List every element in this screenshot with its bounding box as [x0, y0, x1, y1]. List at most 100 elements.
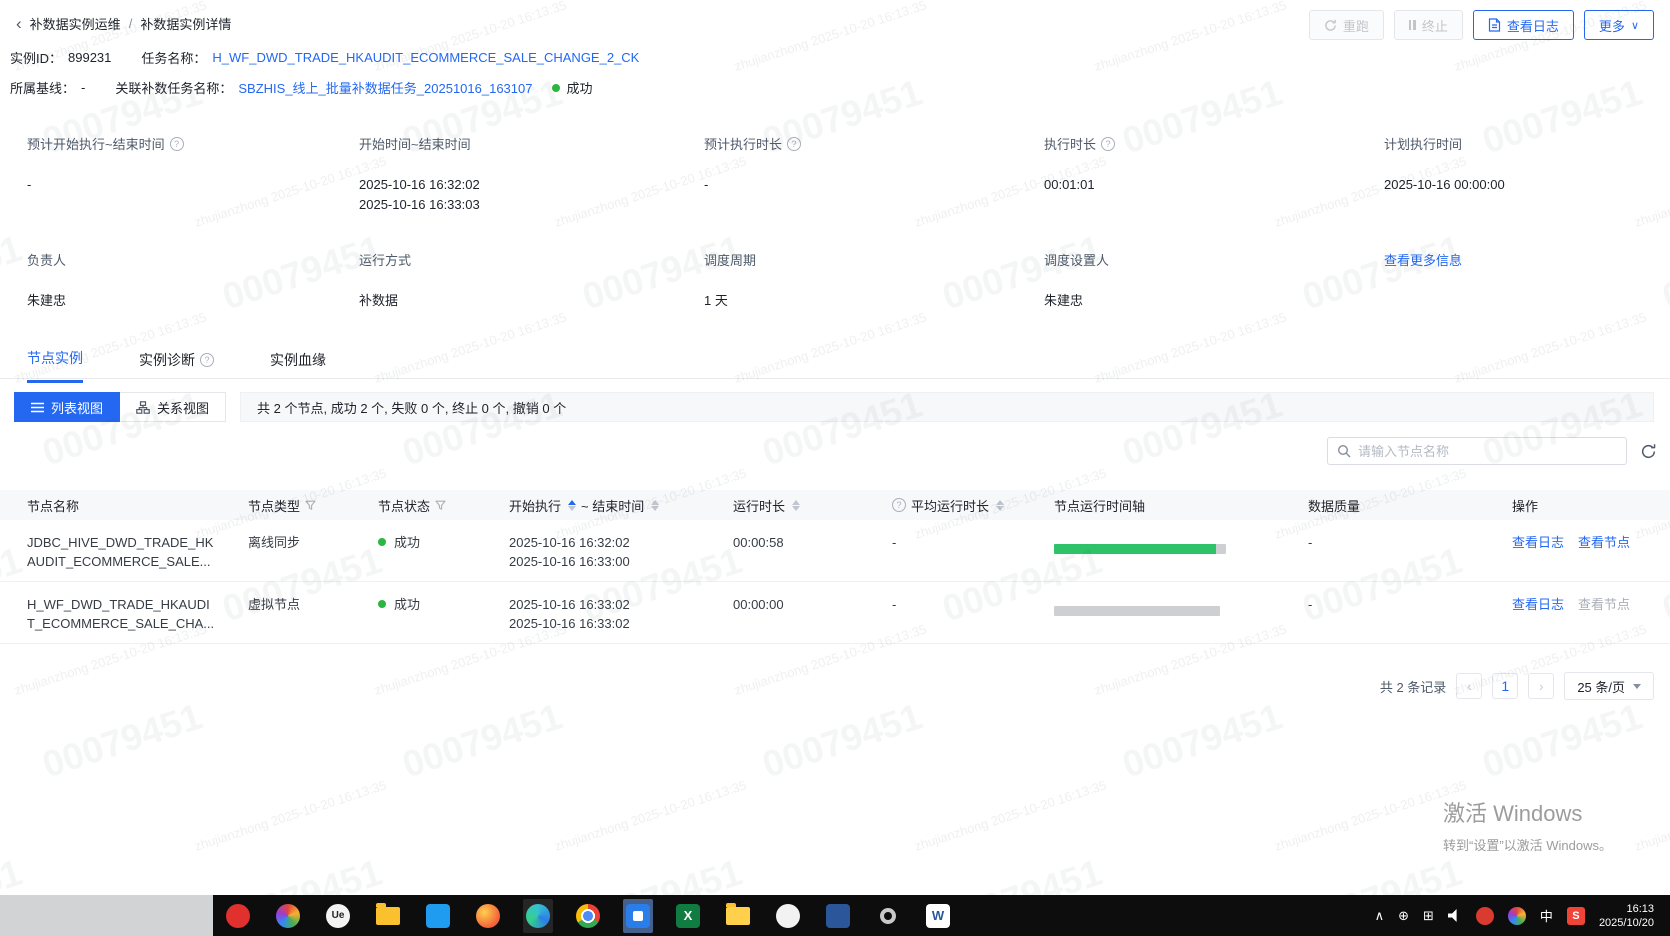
tray-network-icon[interactable]: ⊕ — [1398, 908, 1409, 924]
sort-icon[interactable] — [651, 499, 660, 511]
tray-sogou-icon[interactable]: S — [1566, 906, 1585, 925]
rerun-button[interactable]: 重跑 — [1308, 10, 1384, 40]
help-icon[interactable]: ? — [787, 136, 802, 151]
col-node-name: 节点名称 — [27, 498, 80, 514]
chevron-down-icon — [1633, 683, 1641, 689]
field-label: 执行时长 — [1044, 137, 1097, 152]
related-task-label: 关联补数任务名称： — [115, 81, 233, 96]
breadcrumb-root[interactable]: 补数据实例运维 — [30, 14, 121, 33]
word-icon[interactable]: W — [923, 899, 953, 933]
help-icon[interactable]: ? — [169, 136, 184, 151]
view-node-link[interactable]: 查看节点 — [1578, 595, 1630, 643]
timeline-run-segment — [1054, 544, 1216, 554]
list-icon — [31, 402, 44, 412]
col-timeline: 节点运行时间轴 — [1054, 498, 1146, 514]
red-app-icon[interactable] — [223, 899, 253, 933]
orange-browser-icon[interactable] — [473, 899, 503, 933]
active-app-icon[interactable] — [623, 898, 653, 933]
node-name-cell[interactable]: JDBC_HIVE_DWD_TRADE_HK AUDIT_ECOMMERCE_SA… — [27, 520, 248, 581]
explorer-icon[interactable] — [723, 899, 753, 933]
taskbar-tray: ∧ ⊕ ⊞ 中 S 16:13 2025/10/20 — [1375, 902, 1670, 930]
task-name-label: 任务名称： — [141, 51, 207, 66]
run-timeline-bar[interactable] — [1054, 544, 1226, 554]
run-timeline-bar[interactable] — [1054, 606, 1220, 616]
taskbar-left-area[interactable] — [0, 895, 213, 936]
page-size-label: 25 条/页 — [1577, 679, 1625, 695]
tree-icon — [136, 400, 150, 414]
tab-node-instances[interactable]: 节点实例 — [27, 348, 83, 383]
tray-volume-icon[interactable] — [1447, 909, 1457, 922]
sort-icon[interactable] — [568, 499, 577, 511]
related-task-link[interactable]: SBZHIS_线上_批量补数据任务_20251016_163107 — [238, 78, 532, 97]
help-icon[interactable]: ? — [1101, 136, 1116, 151]
quality-cell: - — [1308, 597, 1313, 612]
start-end-cell: 2025-10-16 16:33:02 2025-10-16 16:33:02 — [509, 597, 630, 631]
task-name-link[interactable]: H_WF_DWD_TRADE_HKAUDIT_ECOMMERCE_SALE_CH… — [212, 50, 639, 65]
end-time: 2025-10-16 16:33:03 — [359, 197, 480, 212]
pinwheel-app-icon[interactable] — [273, 899, 303, 933]
prev-page-button[interactable]: ‹ — [1456, 673, 1483, 699]
refresh-list-icon[interactable] — [1640, 443, 1657, 460]
node-search-input[interactable] — [1358, 443, 1617, 459]
field-more-info: 查看更多信息 — [1384, 250, 1654, 311]
tray-ime-icon[interactable]: 中 — [1540, 906, 1553, 925]
tray-color-app-icon[interactable] — [1507, 906, 1526, 925]
view-log-button[interactable]: 查看日志 — [1472, 10, 1574, 40]
filter-icon[interactable] — [435, 500, 446, 511]
help-icon[interactable]: ? — [200, 352, 214, 367]
terminate-label: 终止 — [1421, 18, 1448, 34]
field-label: 计划执行时间 — [1384, 137, 1463, 152]
more-label: 更多 — [1598, 18, 1625, 34]
tray-red-app-icon[interactable] — [1475, 906, 1494, 925]
folder-icon[interactable] — [373, 899, 403, 933]
pause-icon — [1408, 20, 1416, 30]
list-view-button[interactable]: 列表视图 — [14, 392, 121, 422]
pagination: 共 2 条记录 ‹ 1 › 25 条/页 — [1380, 672, 1654, 700]
detail-row-1: 预计开始执行~结束时间? - 开始时间~结束时间 2025-10-16 16:3… — [0, 134, 1670, 215]
node-name-cell[interactable]: H_WF_DWD_TRADE_HKAUDI T_ECOMMERCE_SALE_CH… — [27, 582, 248, 643]
breadcrumb-current: 补数据实例详情 — [140, 17, 232, 32]
taskbar-clock[interactable]: 16:13 2025/10/20 — [1599, 902, 1658, 930]
field-start-end-time: 开始时间~结束时间 2025-10-16 16:32:02 2025-10-16 … — [359, 134, 704, 215]
view-node-link[interactable]: 查看节点 — [1578, 533, 1630, 581]
total-records: 共 2 条记录 — [1379, 679, 1447, 695]
chrome-browser-icon[interactable] — [573, 899, 603, 933]
status-text: 成功 — [566, 81, 593, 96]
filter-icon[interactable] — [305, 500, 316, 511]
tab-instance-lineage[interactable]: 实例血缘 — [270, 348, 326, 383]
edge-browser-icon[interactable] — [523, 898, 553, 933]
view-log-link[interactable]: 查看日志 — [1512, 595, 1564, 643]
ue-app-icon[interactable]: Ue — [323, 899, 353, 933]
col-quality: 数据质量 — [1308, 498, 1361, 514]
view-log-link[interactable]: 查看日志 — [1512, 533, 1564, 581]
relation-view-button[interactable]: 关系视图 — [120, 392, 227, 422]
next-page-button[interactable]: › — [1528, 673, 1555, 699]
current-page-button[interactable]: 1 — [1492, 673, 1519, 699]
col-node-type: 节点类型 — [248, 496, 378, 515]
help-icon[interactable]: ? — [892, 498, 906, 512]
activation-subtitle: 转到“设置”以激活 Windows。 — [1443, 838, 1613, 853]
clock-date: 2025/10/20 — [1598, 916, 1654, 929]
white-circle-app-icon[interactable] — [773, 899, 803, 933]
excel-icon[interactable]: X — [673, 899, 703, 933]
settings-gear-icon[interactable] — [873, 899, 903, 933]
taskbar-pinned-apps: Ue X W — [223, 898, 953, 933]
field-label: 预计开始执行~结束时间 — [27, 137, 165, 152]
sort-icon[interactable] — [792, 499, 801, 511]
more-button[interactable]: 更多 ∨ — [1583, 10, 1654, 40]
timeline-cell — [1054, 582, 1308, 643]
document-icon — [1488, 18, 1501, 32]
avg-duration-cell: - — [892, 597, 897, 612]
tab-instance-diagnosis[interactable]: 实例诊断? — [139, 348, 214, 383]
page-size-select[interactable]: 25 条/页 — [1564, 672, 1654, 700]
blue-app-icon[interactable] — [823, 899, 853, 933]
tray-grid-icon[interactable]: ⊞ — [1423, 908, 1434, 924]
view-more-info-link[interactable]: 查看更多信息 — [1384, 253, 1462, 268]
tray-chevron-up-icon[interactable]: ∧ — [1375, 908, 1385, 924]
status-dot — [378, 600, 386, 608]
terminate-button[interactable]: 终止 — [1393, 10, 1463, 40]
sort-icon[interactable] — [996, 499, 1005, 511]
back-chevron-icon[interactable]: ‹ — [16, 15, 22, 32]
vscode-icon[interactable] — [423, 899, 453, 933]
instance-id-value: 899231 — [68, 50, 112, 65]
